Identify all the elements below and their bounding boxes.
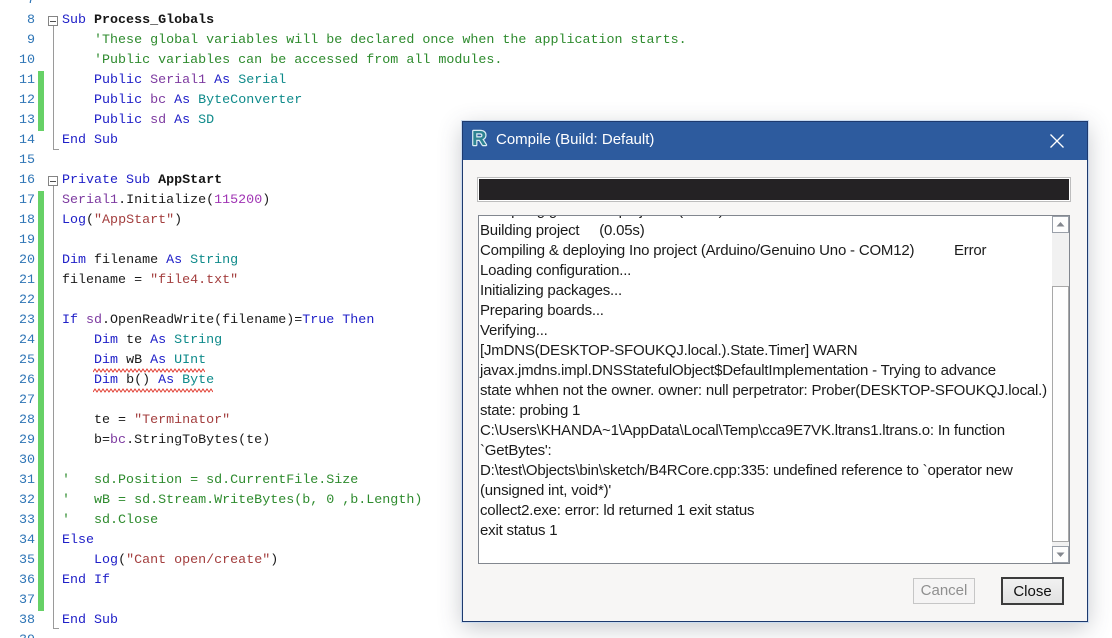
svg-text:R: R bbox=[472, 128, 487, 149]
